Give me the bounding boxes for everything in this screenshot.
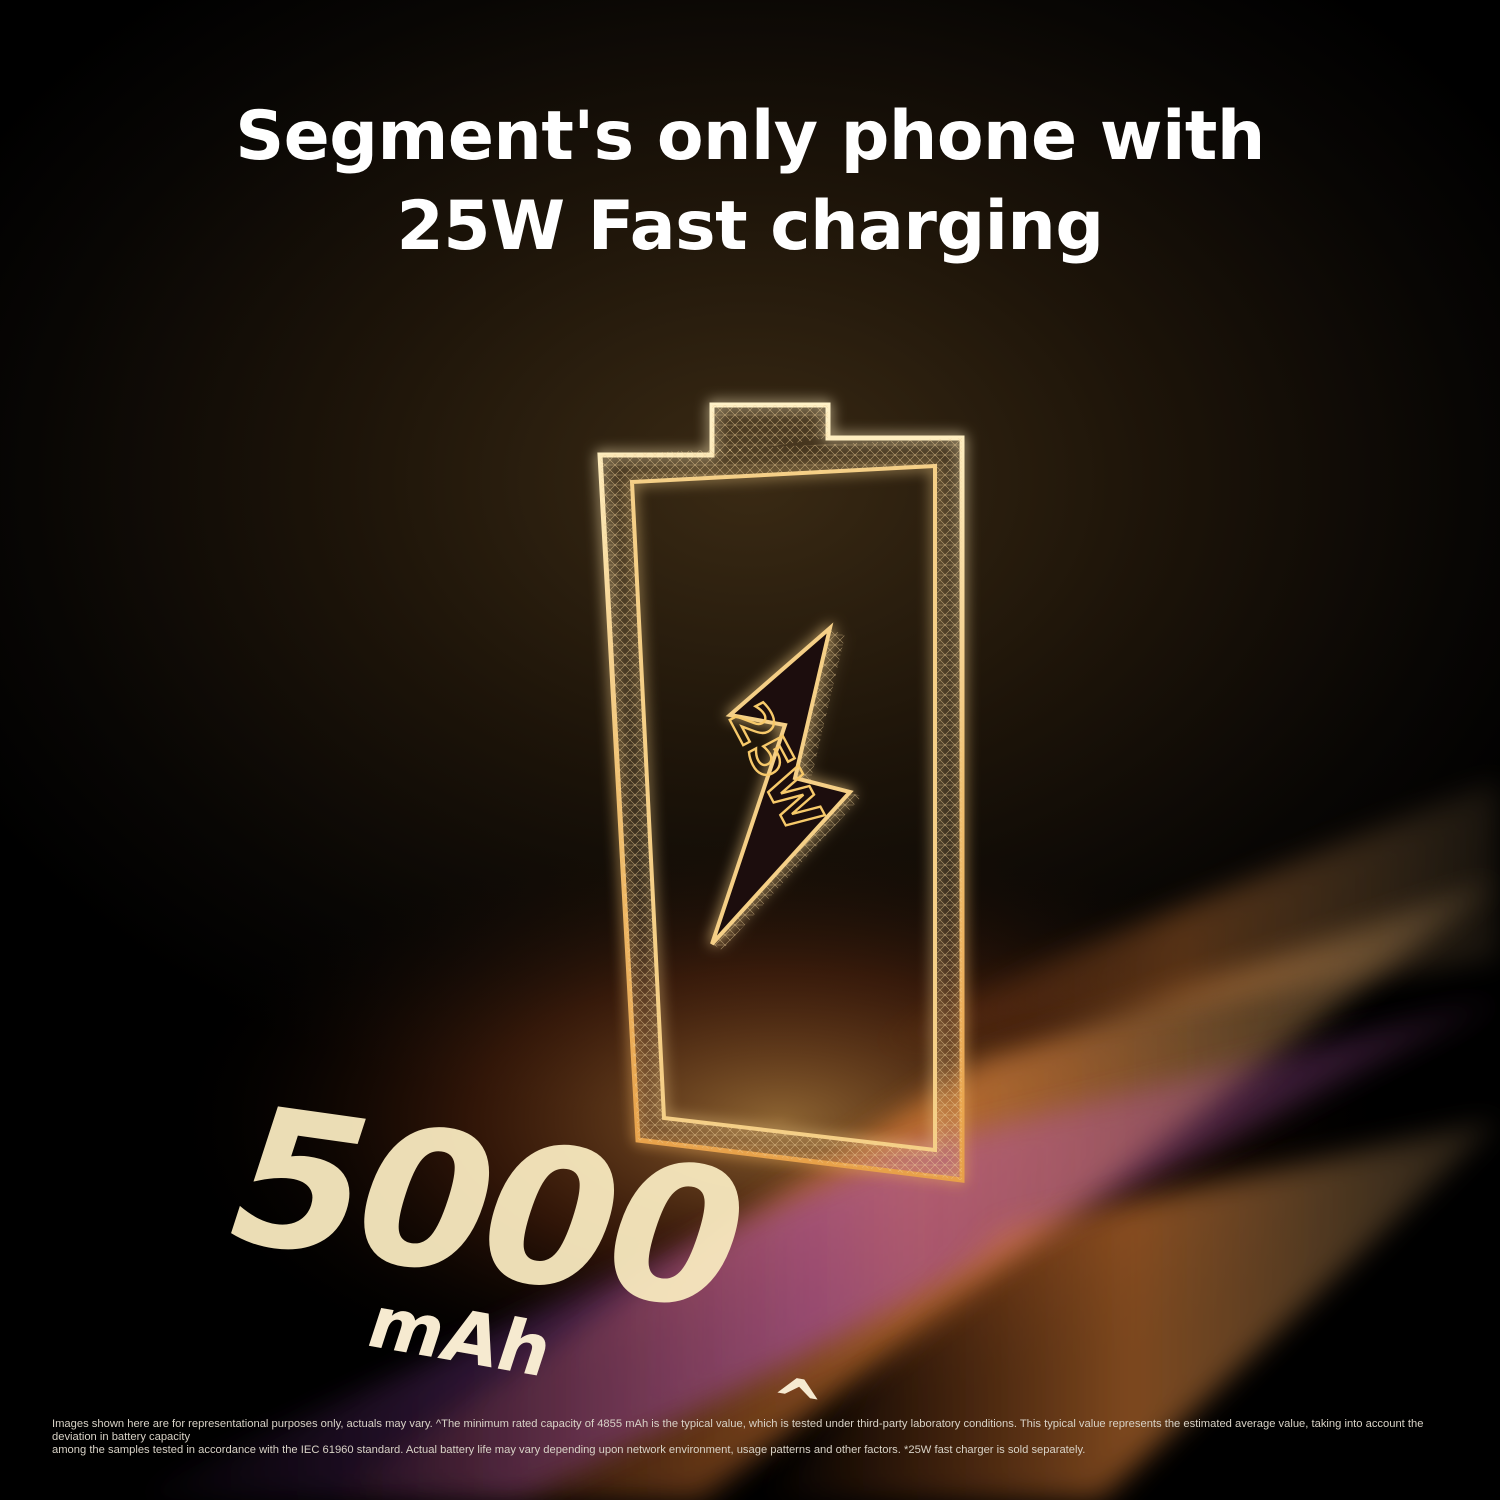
promo-canvas: 25W 5000 mAh ^ Segment's only phone with… <box>0 0 1500 1500</box>
disclaimer-line-2: among the samples tested in accordance w… <box>52 1444 1086 1456</box>
headline-line-2: 25W Fast charging <box>396 187 1104 266</box>
disclaimer-line-1: Images shown here are for representation… <box>52 1418 1424 1443</box>
headline: Segment's only phone with 25W Fast charg… <box>0 92 1500 272</box>
disclaimer: Images shown here are for representation… <box>52 1418 1452 1457</box>
headline-line-1: Segment's only phone with <box>235 97 1265 176</box>
